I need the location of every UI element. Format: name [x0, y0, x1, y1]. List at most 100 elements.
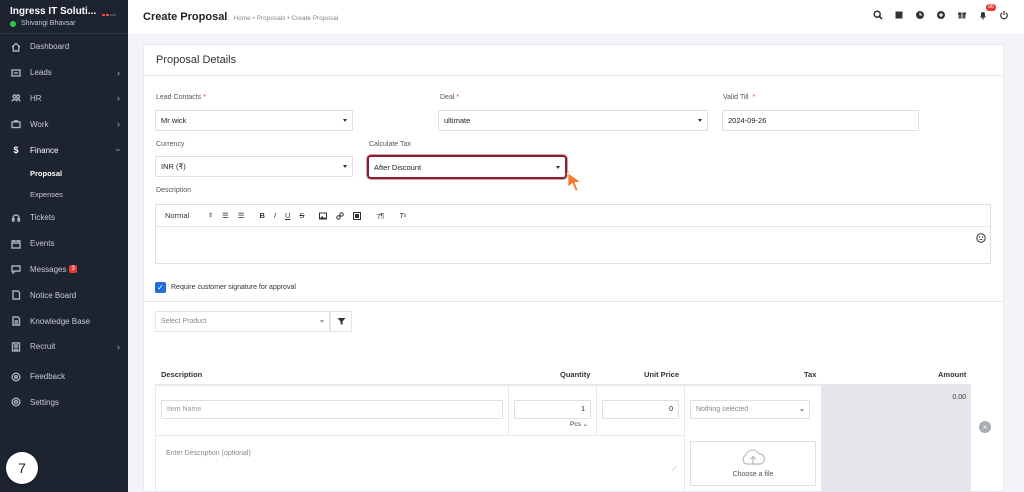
sidebar-item-work[interactable]: Work ›	[0, 111, 128, 137]
sidebar-item-label: Settings	[30, 397, 59, 407]
section-divider	[143, 301, 1004, 302]
sidebar-item-label: Knowledge Base	[30, 316, 91, 326]
sidebar-item-events[interactable]: Events	[0, 231, 128, 257]
col-tax: Tax	[804, 370, 817, 379]
user-name: Shivangi Bhavsar	[21, 20, 76, 27]
add-circle-icon[interactable]	[935, 9, 947, 21]
lead-contacts-value: Mr wick	[161, 116, 187, 125]
power-icon[interactable]	[998, 9, 1010, 21]
brand-menu-icon[interactable]	[102, 14, 116, 16]
sidebar-item-notice-board[interactable]: Notice Board	[0, 282, 128, 308]
file-upload-dropzone[interactable]: Choose a file	[690, 441, 816, 486]
gift-icon[interactable]	[956, 9, 968, 21]
chevron-right-icon: ›	[117, 67, 120, 78]
deal-select[interactable]: ultimate	[438, 110, 708, 131]
gear-icon	[10, 396, 22, 408]
sidebar-item-label: HR	[30, 93, 42, 103]
bold-icon[interactable]: B	[259, 211, 264, 220]
currency-value: INR (₹)	[161, 162, 186, 171]
sticky-note-icon[interactable]	[893, 9, 905, 21]
chevron-down-icon	[343, 119, 347, 122]
topbar: Create Proposal Home • Proposals • Creat…	[128, 0, 1024, 34]
filter-button[interactable]	[330, 311, 352, 332]
cloud-upload-icon	[742, 449, 766, 465]
resize-handle-icon[interactable]: ⟋	[672, 466, 677, 474]
lead-contacts-label: Lead Contacts *	[156, 94, 206, 101]
remove-row-icon[interactable]: ×	[979, 421, 991, 433]
emoji-icon[interactable]	[976, 233, 986, 243]
chevron-down-icon	[556, 166, 560, 169]
valid-till-input[interactable]: 2024-09-26	[722, 110, 919, 131]
bell-icon[interactable]: 96	[977, 4, 996, 21]
calculate-tax-value: After Discount	[374, 162, 422, 172]
sidebar-item-label: Recruit	[30, 342, 56, 352]
calculate-tax-label: Calculate Tax	[369, 141, 411, 148]
tax-placeholder: Nothing selected	[696, 406, 749, 413]
unit-select[interactable]: Pcs ⌄	[570, 420, 588, 428]
sidebar-item-label: Messages	[30, 264, 67, 274]
sidebar-subitem-proposal[interactable]: Proposal	[0, 163, 128, 184]
sidebar-item-recruit[interactable]: Recruit ›	[0, 334, 128, 360]
chevron-down-icon	[698, 119, 702, 122]
sidebar-item-finance[interactable]: $ Finance ›	[0, 137, 128, 163]
italic-icon[interactable]: I	[274, 211, 276, 220]
sidebar-item-tickets[interactable]: Tickets	[0, 205, 128, 231]
search-icon[interactable]	[872, 9, 884, 21]
step-number-badge: 7	[6, 452, 38, 484]
choose-file-label: Choose a file	[732, 471, 774, 478]
sidebar-item-feedback[interactable]: Feedback	[0, 364, 128, 390]
sidebar-subitem-expenses[interactable]: Expenses	[0, 184, 128, 205]
signature-checkbox[interactable]: ✓	[155, 282, 166, 293]
description-label: Description	[156, 187, 192, 194]
select-product-dropdown[interactable]: Select Product	[155, 311, 330, 332]
amount-cell: 0.00	[821, 385, 971, 492]
sidebar-item-label: Events	[30, 239, 55, 249]
currency-select[interactable]: INR (₹)	[155, 156, 353, 177]
sidebar-item-label: Leads	[30, 68, 52, 78]
sidebar-nav: Dashboard Leads › HR › Work › $ Finance …	[0, 34, 128, 415]
cursor-pointer-icon	[565, 171, 583, 192]
text-direction-icon[interactable]: ⁊¶	[376, 211, 384, 220]
video-icon[interactable]	[353, 211, 362, 220]
sidebar-item-settings[interactable]: Settings	[0, 390, 128, 416]
sidebar-item-label: Work	[30, 119, 49, 129]
ordered-list-icon[interactable]: ☰	[222, 211, 229, 220]
calculate-tax-select[interactable]: After Discount	[367, 155, 567, 179]
current-user: Shivangi Bhavsar	[10, 20, 118, 27]
select-product-placeholder: Select Product	[161, 318, 207, 325]
feedback-icon	[10, 371, 22, 383]
underline-icon[interactable]: U	[285, 211, 290, 220]
clock-icon[interactable]	[914, 9, 926, 21]
sidebar-item-hr[interactable]: HR ›	[0, 86, 128, 112]
briefcase-icon	[10, 118, 22, 130]
leads-icon	[10, 67, 22, 79]
clear-format-icon[interactable]: Tx	[399, 211, 406, 220]
messages-count-badge: 3	[69, 265, 77, 274]
col-amount: Amount	[938, 370, 967, 379]
chevron-down-icon	[343, 165, 347, 168]
col-quantity: Quantity	[560, 370, 591, 379]
col-description: Description	[161, 370, 203, 379]
lead-contacts-select[interactable]: Mr wick	[155, 110, 353, 131]
link-icon[interactable]	[336, 211, 345, 220]
tax-select[interactable]: Nothing selected	[690, 400, 810, 419]
bullet-list-icon[interactable]: ☰	[238, 211, 245, 220]
item-description-input[interactable]: Enter Description (optional)	[161, 441, 680, 476]
quantity-input[interactable]: 1	[514, 400, 591, 419]
filter-icon	[337, 318, 345, 325]
strikethrough-icon[interactable]: S	[299, 211, 304, 220]
item-name-input[interactable]: Item Name	[161, 400, 503, 419]
description-editor[interactable]: Normal ⇕ ☰ ☰ B I U S ⁊¶ Tx	[155, 204, 991, 264]
format-select[interactable]: Normal ⇕	[165, 211, 213, 220]
chevron-down-icon: ›	[113, 148, 124, 152]
sidebar-item-label: Tickets	[30, 213, 56, 223]
sidebar-item-dashboard[interactable]: Dashboard	[0, 34, 128, 60]
chevron-right-icon: ›	[117, 341, 120, 352]
unit-value: Pcs	[570, 421, 581, 428]
breadcrumb[interactable]: Home • Proposals • Create Proposal	[233, 15, 338, 22]
unit-price-input[interactable]: 0	[602, 400, 679, 419]
image-icon[interactable]	[319, 212, 328, 220]
sidebar-item-messages[interactable]: Messages 3	[0, 257, 128, 283]
sidebar-item-knowledge-base[interactable]: Knowledge Base	[0, 308, 128, 334]
sidebar-item-leads[interactable]: Leads ›	[0, 60, 128, 86]
